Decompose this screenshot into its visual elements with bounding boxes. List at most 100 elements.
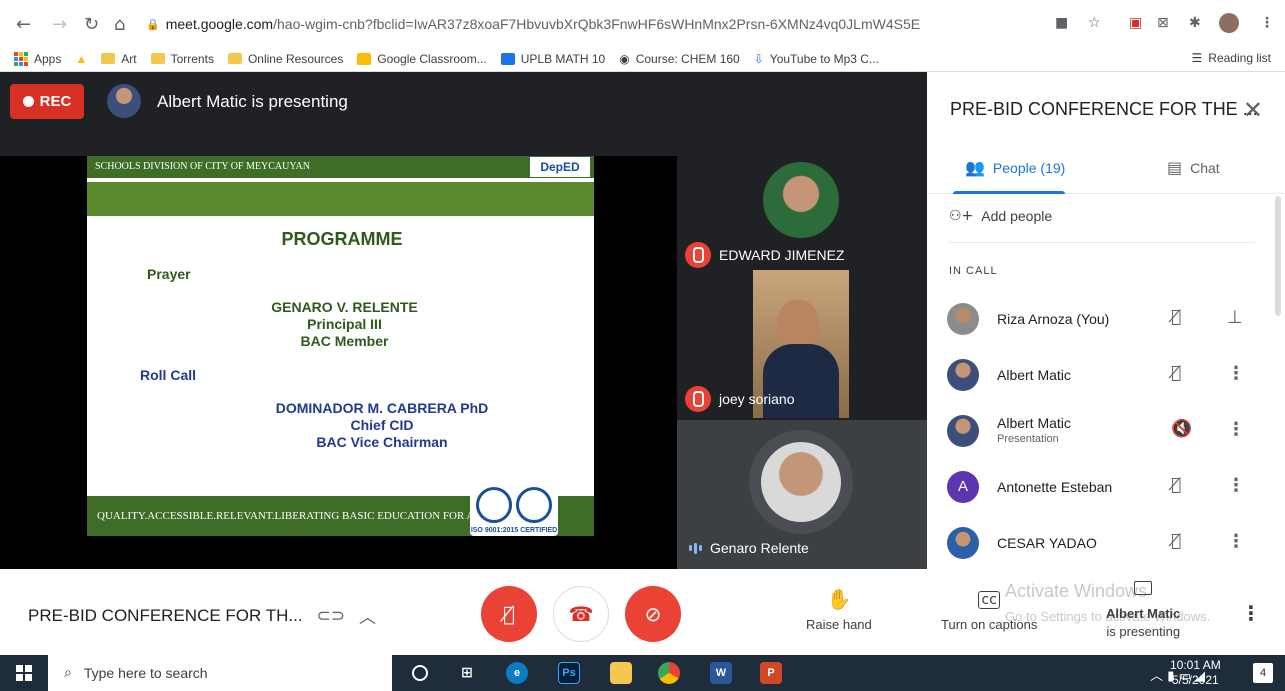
pocket-icon[interactable]: ▣ [1129,15,1142,31]
apps-grid-icon [14,51,28,66]
taskbar-clock[interactable]: 10:01 AM 5/5/2021 [1170,658,1221,688]
presentation-slide: SCHOOLS DIVISION OF CITY OF MEYCAUYAN De… [87,156,594,536]
profile-avatar[interactable] [1219,13,1239,33]
puzzle-icon[interactable]: ✱ [1189,15,1201,31]
slide-band [87,182,594,216]
close-icon[interactable]: ✕ [1243,96,1263,124]
reload-icon[interactable]: ↻ [84,14,99,35]
bookmark-chem[interactable]: ◉ Course: CHEM 160 [619,52,740,66]
taskbar-search-input[interactable]: ⌕ Type here to search [48,655,392,691]
leave-call-button[interactable]: ☎ [553,586,609,642]
bookmark-apps[interactable]: Apps [14,51,61,66]
mic-off-icon[interactable]: 🎙̸ [1171,531,1181,551]
photoshop-icon[interactable]: Ps [558,662,580,684]
slide-title: PROGRAMME [281,229,403,249]
microphone-toggle-button[interactable]: 🎙̸ [481,586,537,642]
file-explorer-icon[interactable] [610,662,632,684]
back-icon[interactable]: ← [16,14,31,35]
more-options-icon[interactable]: ⋮ [1227,363,1245,384]
star-icon[interactable]: ☆ [1088,15,1101,31]
people-panel: PRE-BID CONFERENCE FOR THE ... ✕ 👥 Peopl… [927,72,1285,569]
iso-seal-icon [476,487,512,523]
browser-menu-icon[interactable]: ⋮ [1260,15,1274,31]
presenter-avatar [107,84,141,118]
lock-icon: 🔒 [146,18,160,31]
hang-up-icon: ☎ [568,602,594,626]
camera-off-icon: ⊘ [644,602,662,626]
scrollbar[interactable] [1275,196,1281,316]
tab-people[interactable]: 👥 People (19) [965,158,1065,177]
add-person-icon: ⚇+ [949,208,974,224]
mic-off-icon[interactable]: 🎙̸ [1171,475,1181,495]
bookmark-google-classroom[interactable]: Google Classroom... [357,52,487,66]
raise-hand-button[interactable]: ✋ Raise hand [806,587,872,632]
mic-off-icon[interactable]: 🎙̸ [1171,307,1181,327]
word-icon[interactable]: W [710,662,732,684]
avatar [947,359,979,391]
bookmark-uplb-math[interactable]: UPLB MATH 10 [500,52,605,66]
pin-icon[interactable]: ⊥ [1227,307,1243,328]
bookmark-art[interactable]: Art [101,52,137,66]
presenting-button[interactable]: Albert Matic is presenting [1106,581,1180,641]
person-head [777,300,819,350]
forward-icon[interactable]: → [52,14,67,35]
chrome-icon[interactable] [658,662,680,684]
people-icon: 👥 [965,158,985,177]
list-item[interactable]: Albert Matic 🎙̸ ⋮ [947,357,1267,397]
slide-prayer: Prayer [147,266,191,282]
more-options-icon[interactable]: ⋮ [1227,419,1245,440]
recording-badge: REC [10,84,84,119]
more-options-icon[interactable]: ⋮ [1241,601,1261,625]
folder-icon [227,53,242,64]
camera-toggle-button[interactable]: ⊘ [625,586,681,642]
globe-icon: ◉ [619,51,630,66]
drive-icon: ▲ [75,51,88,66]
address-bar[interactable]: 🔒 meet.google.com/hao-wgim-cnb?fbclid=Iw… [146,16,920,32]
tab-chat[interactable]: ▤ Chat [1167,158,1220,177]
list-item[interactable]: CESAR YADAO 🎙̸ ⋮ [947,525,1267,565]
camera-icon[interactable]: ■ [1055,15,1068,31]
more-options-icon[interactable]: ⋮ [1227,475,1245,496]
slide-role-2b: BAC Vice Chairman [316,434,448,450]
mic-off-icon[interactable]: 🎙̸ [1171,363,1181,383]
notification-center-icon[interactable]: 4 [1253,663,1273,683]
avatar [947,415,979,447]
powerpoint-icon[interactable]: P [760,662,782,684]
home-icon[interactable]: ⌂ [114,14,125,35]
folder-icon [101,53,116,64]
participant-tile[interactable]: EDWARD JIMENEZ [677,126,927,270]
bookmark-torrents[interactable]: Torrents [150,52,214,66]
windows-start-icon[interactable] [16,665,32,681]
record-dot-icon [22,96,34,107]
avatar: A [947,471,979,503]
participant-name: EDWARD JIMENEZ [719,247,845,263]
meeting-details-button[interactable]: PRE-BID CONFERENCE FOR TH... ⊂⊃ ︿ [28,603,376,629]
bookmark-drive[interactable]: ▲ [75,52,87,66]
slide-header: SCHOOLS DIVISION OF CITY OF MEYCAUYAN De… [87,156,594,178]
list-item[interactable]: Riza Arnoza (You) 🎙̸ ⊥ [947,301,1267,341]
reading-list[interactable]: ☰ Reading list [1192,51,1271,65]
speaker-muted-icon[interactable]: 🔇 [1171,419,1192,439]
folder-icon [150,53,165,64]
bookmark-online-resources[interactable]: Online Resources [227,52,343,66]
list-item[interactable]: Albert Matic Presentation 🔇 ⋮ [947,413,1267,453]
panel-tabs: 👥 People (19) ▤ Chat [927,150,1285,194]
slide-name-2: DOMINADOR M. CABRERA PhD [275,400,489,416]
bookmark-youtube-mp3[interactable]: ⇩ YouTube to Mp3 C... [754,52,879,66]
more-options-icon[interactable]: ⋮ [1227,531,1245,552]
list-item[interactable]: A Antonette Esteban 🎙̸ ⋮ [947,469,1267,509]
edge-icon[interactable]: e [506,662,528,684]
participant-tile[interactable]: Genaro Relente [677,420,927,569]
extension-icon[interactable]: ⊠ [1157,15,1169,31]
task-view-icon[interactable]: ⊞ [456,662,478,684]
participant-name: Genaro Relente [710,540,809,556]
participant-tile[interactable]: joey soriano [677,270,927,420]
chevron-up-icon: ︿ [1150,669,1164,684]
add-people-button[interactable]: ⚇+ Add people [949,208,1052,224]
cortana-icon[interactable] [412,665,428,681]
avatar [947,303,979,335]
presenter-status: Albert Matic is presenting [157,92,348,111]
meeting-controls: PRE-BID CONFERENCE FOR TH... ⊂⊃ ︿ 🎙̸ ☎ ⊘… [0,569,1285,655]
slide-roll-call: Roll Call [140,367,197,383]
hand-icon: ✋ [826,587,852,611]
